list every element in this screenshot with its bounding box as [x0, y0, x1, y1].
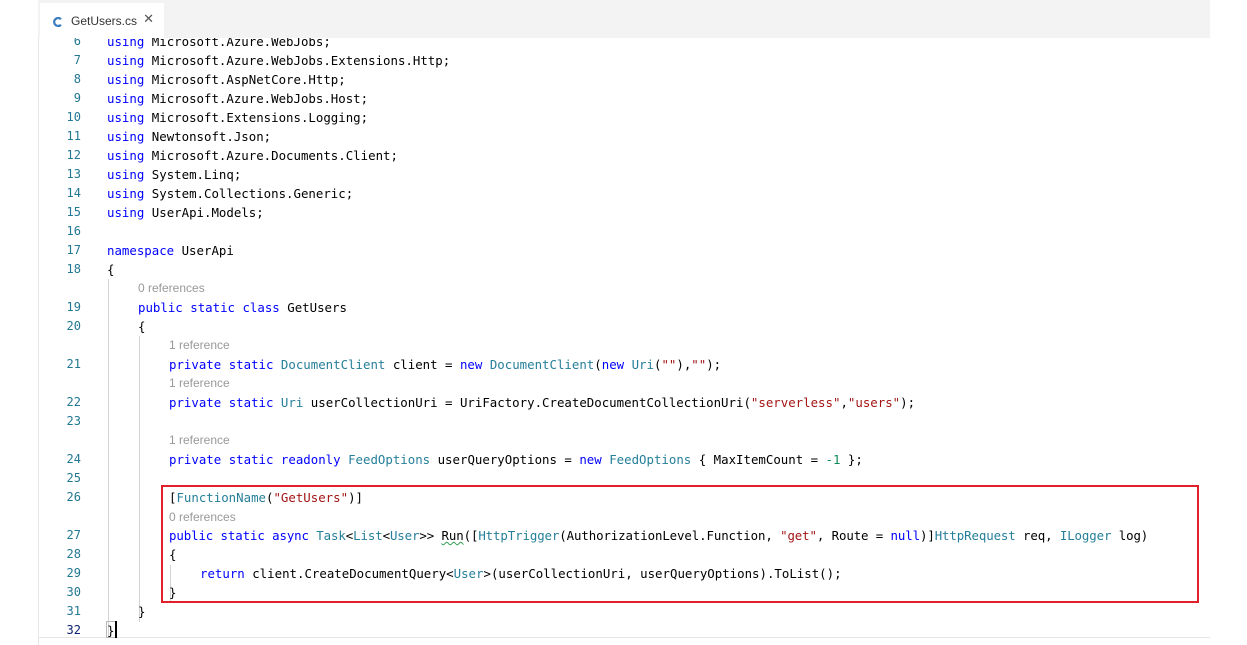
code-text: using Microsoft.Azure.WebJobs.Extensions… [107, 53, 451, 68]
csharp-file-icon [52, 15, 64, 27]
code-line: 11 using Newtonsoft.Json; [39, 127, 1210, 146]
line-number: 20 [66, 319, 81, 333]
code-line: 22 private static Uri userCollectionUri … [39, 393, 1210, 412]
line-number: 11 [66, 129, 81, 143]
line-number: 25 [66, 471, 81, 485]
tab-getusers[interactable]: GetUsers.cs ✕ [40, 3, 164, 38]
text-caret [115, 621, 117, 638]
line-number: 13 [66, 167, 81, 181]
code-line: 8 using Microsoft.AspNetCore.Http; [39, 70, 1210, 89]
code-text: { [138, 319, 146, 334]
code-text: namespace UserApi [107, 243, 234, 258]
line-number: 22 [66, 395, 81, 409]
codelens-references[interactable]: 1 reference [169, 374, 230, 393]
line-number: 8 [73, 72, 81, 86]
line-number: 12 [66, 148, 81, 162]
line-number: 15 [66, 205, 81, 219]
code-line: 6 using Microsoft.Azure.WebJobs; [39, 38, 1210, 51]
tab-label: GetUsers.cs [71, 13, 138, 28]
code-line: 21 private static DocumentClient client … [39, 355, 1210, 374]
code-text: private static readonly FeedOptions user… [169, 452, 863, 467]
line-number: 7 [73, 53, 81, 67]
line-number: 14 [66, 186, 81, 200]
code-text: } [138, 604, 146, 619]
codelens-references[interactable]: 0 references [138, 279, 205, 298]
line-number: 16 [66, 224, 81, 238]
code-line: 19 public static class GetUsers [39, 298, 1210, 317]
code-text: using Microsoft.Azure.WebJobs.Host; [107, 91, 369, 106]
line-number: 31 [66, 604, 81, 618]
line-number: 24 [66, 452, 81, 466]
code-line: 24 private static readonly FeedOptions u… [39, 450, 1210, 469]
code-line: 14 using System.Collections.Generic; [39, 184, 1210, 203]
editor-tab-strip: GetUsers.cs ✕ [38, 0, 1210, 38]
code-text: using System.Linq; [107, 167, 242, 182]
code-text: using Microsoft.Azure.WebJobs; [107, 38, 331, 49]
code-text: using Microsoft.Azure.Documents.Client; [107, 148, 398, 163]
code-text: using System.Collections.Generic; [107, 186, 354, 201]
highlight-annotation-box [161, 485, 1199, 603]
line-number: 29 [66, 566, 81, 580]
line-number: 28 [66, 547, 81, 561]
code-line: 16 [39, 222, 1210, 241]
code-line: 15 using UserApi.Models; [39, 203, 1210, 222]
code-text: using Newtonsoft.Json; [107, 129, 272, 144]
code-line: 9 using Microsoft.Azure.WebJobs.Host; [39, 89, 1210, 108]
editor-bottom-border [38, 637, 1210, 638]
line-number: 27 [66, 528, 81, 542]
line-number: 32 [66, 623, 81, 637]
code-text: private static DocumentClient client = n… [169, 357, 722, 372]
code-line: 10 using Microsoft.Extensions.Logging; [39, 108, 1210, 127]
code-line: 17 namespace UserApi [39, 241, 1210, 260]
line-number: 10 [66, 110, 81, 124]
line-number: 23 [66, 414, 81, 428]
code-line: 12 using Microsoft.Azure.Documents.Clien… [39, 146, 1210, 165]
code-line: 32 } [39, 621, 1210, 637]
line-number: 19 [66, 300, 81, 314]
code-text: private static Uri userCollectionUri = U… [169, 395, 916, 410]
line-number: 9 [73, 91, 81, 105]
code-text: using UserApi.Models; [107, 205, 264, 220]
line-number: 30 [66, 585, 81, 599]
code-line: 23 [39, 412, 1210, 431]
code-line: 31 } [39, 602, 1210, 621]
code-line: 18 { [39, 260, 1210, 279]
line-number: 6 [73, 38, 81, 48]
code-text: using Microsoft.AspNetCore.Http; [107, 72, 346, 87]
line-number: 17 [66, 243, 81, 257]
codelens-references[interactable]: 1 reference [169, 431, 230, 450]
code-line: 7 using Microsoft.Azure.WebJobs.Extensio… [39, 51, 1210, 70]
line-number: 18 [66, 262, 81, 276]
code-line: 13 using System.Linq; [39, 165, 1210, 184]
code-text: public static class GetUsers [138, 300, 347, 315]
code-text: { [107, 262, 115, 277]
code-text: using Microsoft.Extensions.Logging; [107, 110, 369, 125]
line-number: 21 [66, 357, 81, 371]
line-number: 26 [66, 490, 81, 504]
code-line: 20 { [39, 317, 1210, 336]
codelens-references[interactable]: 1 reference [169, 336, 230, 355]
close-icon[interactable]: ✕ [143, 11, 154, 27]
